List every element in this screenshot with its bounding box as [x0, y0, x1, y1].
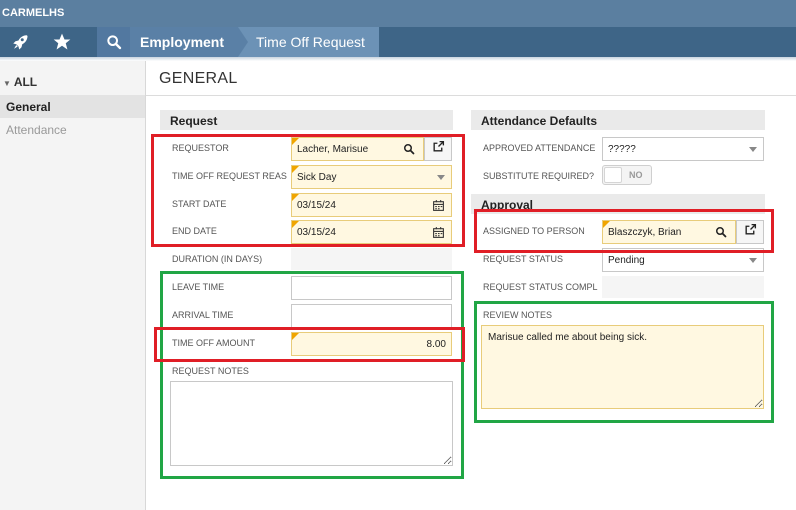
request-status-label: REQUEST STATUS: [483, 254, 564, 264]
reason-select[interactable]: Sick Day: [291, 165, 452, 189]
arrival-time-label: ARRIVAL TIME: [172, 310, 234, 320]
external-link-icon: [744, 223, 757, 241]
chevron-down-icon: [749, 147, 757, 152]
caret-down-icon: ▼: [3, 79, 11, 88]
request-status-completed-label: REQUEST STATUS COMPL...: [483, 282, 598, 292]
toggle-state: NO: [629, 170, 643, 180]
brand-label: CARMELHS: [2, 7, 65, 19]
start-date-field[interactable]: 03/15/24: [291, 193, 452, 217]
toggle-knob: [604, 167, 622, 183]
request-status-select[interactable]: Pending: [602, 248, 764, 272]
time-off-amount-label: TIME OFF AMOUNT: [172, 338, 255, 348]
duration-label: DURATION (IN DAYS): [172, 254, 263, 264]
external-link-icon: [432, 140, 445, 158]
sidebar-all-toggle[interactable]: ▼ ALL: [0, 75, 37, 89]
sidebar-all-label: ALL: [13, 75, 38, 89]
sidebar-item-general[interactable]: General: [0, 95, 145, 118]
arrival-time-input[interactable]: [291, 304, 452, 328]
substitute-required-label: SUBSTITUTE REQUIRED?: [483, 171, 595, 181]
requestor-label: REQUESTOR: [172, 143, 229, 153]
calendar-icon[interactable]: [429, 196, 447, 214]
search-icon[interactable]: [712, 223, 730, 241]
star-icon[interactable]: [42, 27, 82, 57]
substitute-required-toggle[interactable]: NO: [602, 165, 652, 185]
approved-attendance-value: ?????: [608, 144, 636, 155]
sidebar-item-attendance[interactable]: Attendance: [0, 118, 145, 141]
request-status-value: Pending: [608, 255, 645, 266]
search-icon[interactable]: [400, 140, 418, 158]
requestor-value: Lacher, Marisue: [297, 144, 369, 155]
end-date-label: END DATE: [172, 226, 217, 236]
assigned-person-open-button[interactable]: [736, 220, 764, 244]
request-section-header: Request: [160, 110, 453, 130]
chevron-down-icon: [437, 175, 445, 180]
assigned-person-value: Blaszczyk, Brian: [608, 227, 682, 238]
rocket-icon[interactable]: [0, 27, 40, 57]
assigned-person-label: ASSIGNED TO PERSON: [483, 226, 585, 236]
review-notes-textarea[interactable]: [481, 325, 764, 409]
start-date-value: 03/15/24: [297, 200, 336, 211]
approval-section-header: Approval: [471, 194, 765, 214]
breadcrumb: Employment Time Off Request: [97, 27, 379, 57]
leave-time-input[interactable]: [291, 276, 452, 300]
assigned-person-field[interactable]: Blaszczyk, Brian: [602, 220, 736, 244]
reason-value: Sick Day: [297, 172, 337, 183]
end-date-field[interactable]: 03/15/24: [291, 220, 452, 244]
app-header: CARMELHS: [0, 0, 796, 27]
request-notes-textarea[interactable]: [170, 381, 453, 466]
time-off-amount-input[interactable]: 8.00: [291, 332, 452, 356]
search-icon[interactable]: [97, 27, 130, 57]
page-title: GENERAL: [159, 70, 238, 87]
request-status-completed-value: [602, 276, 764, 298]
divider: [146, 95, 796, 96]
leave-time-label: LEAVE TIME: [172, 282, 225, 292]
sidebar: ▼ ALL General Attendance: [0, 61, 146, 510]
approved-attendance-label: APPROVED ATTENDANCE ...: [483, 143, 598, 153]
calendar-icon[interactable]: [429, 223, 447, 241]
duration-value: [291, 248, 452, 270]
navigation-bar: Employment Time Off Request: [0, 27, 796, 57]
attendance-section-header: Attendance Defaults: [471, 110, 765, 130]
review-notes-label: REVIEW NOTES: [483, 310, 553, 320]
breadcrumb-time-off-request: Time Off Request: [238, 27, 379, 57]
request-notes-label: REQUEST NOTES: [172, 366, 249, 376]
approved-attendance-select[interactable]: ?????: [602, 137, 764, 161]
chevron-down-icon: [749, 258, 757, 263]
reason-label: TIME OFF REQUEST REAS...: [172, 171, 287, 181]
breadcrumb-employment[interactable]: Employment: [130, 27, 249, 57]
end-date-value: 03/15/24: [297, 227, 336, 238]
requestor-field[interactable]: Lacher, Marisue: [291, 137, 424, 161]
requestor-open-button[interactable]: [424, 137, 452, 161]
start-date-label: START DATE: [172, 199, 227, 209]
